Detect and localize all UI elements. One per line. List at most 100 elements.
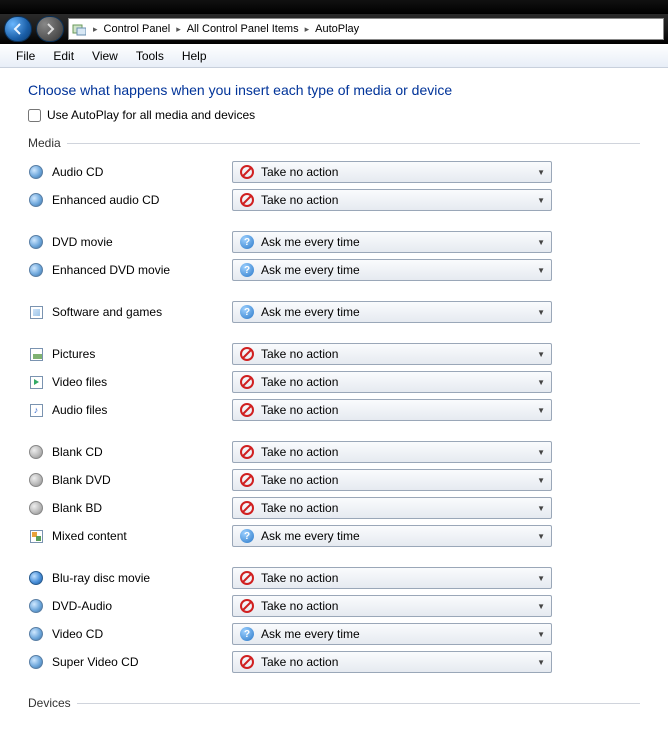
dropdown-value: Take no action xyxy=(261,501,338,515)
media-row: Audio CD Take no action xyxy=(28,158,640,186)
question-icon: ? xyxy=(240,305,254,319)
media-label: Mixed content xyxy=(52,529,232,543)
action-dropdown[interactable]: Take no action xyxy=(232,567,552,589)
media-label: Enhanced audio CD xyxy=(52,193,232,207)
media-label: Blank DVD xyxy=(52,473,232,487)
action-dropdown[interactable]: Take no action xyxy=(232,399,552,421)
no-action-icon xyxy=(240,375,254,389)
dropdown-value: Ask me every time xyxy=(261,263,360,277)
video-icon xyxy=(30,376,43,389)
menu-help[interactable]: Help xyxy=(174,47,215,65)
action-dropdown[interactable]: ?Ask me every time xyxy=(232,623,552,645)
forward-button[interactable] xyxy=(36,16,64,42)
media-row: Blank CD Take no action xyxy=(28,438,640,466)
breadcrumb-separator: ▸ xyxy=(301,24,314,35)
no-action-icon xyxy=(240,571,254,585)
media-label: DVD movie xyxy=(52,235,232,249)
dropdown-value: Ask me every time xyxy=(261,627,360,641)
action-dropdown[interactable]: Take no action xyxy=(232,189,552,211)
dropdown-value: Take no action xyxy=(261,403,338,417)
no-action-icon xyxy=(240,473,254,487)
media-row: Blank BD Take no action xyxy=(28,494,640,522)
question-icon: ? xyxy=(240,235,254,249)
blank-disc-icon xyxy=(29,473,43,487)
software-icon xyxy=(30,306,43,319)
media-label: Blank BD xyxy=(52,501,232,515)
disc-icon xyxy=(29,599,43,613)
audio-icon: ♪ xyxy=(30,404,43,417)
breadcrumb[interactable]: ▸ Control Panel ▸ All Control Panel Item… xyxy=(68,18,664,40)
section-devices-label: Devices xyxy=(28,696,640,710)
dropdown-value: Take no action xyxy=(261,599,338,613)
back-button[interactable] xyxy=(4,16,32,42)
dropdown-value: Take no action xyxy=(261,571,338,585)
menu-tools[interactable]: Tools xyxy=(128,47,172,65)
menu-file[interactable]: File xyxy=(8,47,43,65)
action-dropdown[interactable]: ? Ask me every time xyxy=(232,259,552,281)
action-dropdown[interactable]: ? Ask me every time xyxy=(232,231,552,253)
media-row: Enhanced DVD movie? Ask me every time xyxy=(28,256,640,284)
disc-icon xyxy=(29,655,43,669)
action-dropdown[interactable]: Take no action xyxy=(232,343,552,365)
question-icon: ? xyxy=(240,263,254,277)
action-dropdown[interactable]: Take no action xyxy=(232,441,552,463)
media-row: Video filesTake no action xyxy=(28,368,640,396)
use-autoplay-checkbox[interactable] xyxy=(28,109,41,122)
action-dropdown[interactable]: Take no action xyxy=(232,651,552,673)
action-dropdown[interactable]: Take no action xyxy=(232,497,552,519)
dropdown-value: Ask me every time xyxy=(261,235,360,249)
breadcrumb-separator: ▸ xyxy=(89,24,102,35)
dropdown-value: Take no action xyxy=(261,165,338,179)
window-titlebar xyxy=(0,0,668,14)
dropdown-value: Take no action xyxy=(261,473,338,487)
no-action-icon xyxy=(240,599,254,613)
disc-icon xyxy=(29,193,43,207)
action-dropdown[interactable]: Take no action xyxy=(232,595,552,617)
media-label: Video files xyxy=(52,375,232,389)
media-row: Mixed content? Ask me every time xyxy=(28,522,640,550)
page-heading: Choose what happens when you insert each… xyxy=(28,82,640,98)
media-label: Blu-ray disc movie xyxy=(52,571,232,585)
question-icon: ? xyxy=(240,529,254,543)
media-row: Video CD?Ask me every time xyxy=(28,620,640,648)
menu-view[interactable]: View xyxy=(84,47,126,65)
media-label: Enhanced DVD movie xyxy=(52,263,232,277)
no-action-icon xyxy=(240,501,254,515)
media-label: Blank CD xyxy=(52,445,232,459)
media-row: PicturesTake no action xyxy=(28,340,640,368)
media-row: Blank DVD Take no action xyxy=(28,466,640,494)
media-label: Super Video CD xyxy=(52,655,232,669)
breadcrumb-item-control-panel[interactable]: Control Panel xyxy=(102,23,173,35)
disc-icon xyxy=(29,235,43,249)
use-autoplay-label: Use AutoPlay for all media and devices xyxy=(47,108,255,122)
media-row: Blu-ray disc movie Take no action xyxy=(28,564,640,592)
action-dropdown[interactable]: Take no action xyxy=(232,371,552,393)
picture-icon xyxy=(30,348,43,361)
no-action-icon xyxy=(240,347,254,361)
dropdown-value: Take no action xyxy=(261,193,338,207)
dropdown-value: Ask me every time xyxy=(261,305,360,319)
media-label: Software and games xyxy=(52,305,232,319)
content-pane: Choose what happens when you insert each… xyxy=(0,68,668,728)
dropdown-value: Take no action xyxy=(261,445,338,459)
menu-edit[interactable]: Edit xyxy=(45,47,82,65)
media-row: ♪Audio filesTake no action xyxy=(28,396,640,424)
breadcrumb-item-autoplay[interactable]: AutoPlay xyxy=(313,23,361,35)
breadcrumb-item-all-items[interactable]: All Control Panel Items xyxy=(185,23,301,35)
mixed-content-icon xyxy=(30,530,43,543)
action-dropdown[interactable]: Take no action xyxy=(232,161,552,183)
no-action-icon xyxy=(240,655,254,669)
media-rows: Audio CD Take no action Enhanced audio CD T… xyxy=(28,158,640,690)
blank-disc-icon xyxy=(29,445,43,459)
dropdown-value: Ask me every time xyxy=(261,529,360,543)
disc-icon xyxy=(29,165,43,179)
media-row: Enhanced audio CD Take no action xyxy=(28,186,640,214)
dropdown-value: Take no action xyxy=(261,655,338,669)
action-dropdown[interactable]: Take no action xyxy=(232,469,552,491)
action-dropdown[interactable]: ? Ask me every time xyxy=(232,525,552,547)
media-label: DVD-Audio xyxy=(52,599,232,613)
nav-toolbar: ▸ Control Panel ▸ All Control Panel Item… xyxy=(0,14,668,44)
media-label: Audio CD xyxy=(52,165,232,179)
media-row: Super Video CD Take no action xyxy=(28,648,640,676)
action-dropdown[interactable]: ? Ask me every time xyxy=(232,301,552,323)
